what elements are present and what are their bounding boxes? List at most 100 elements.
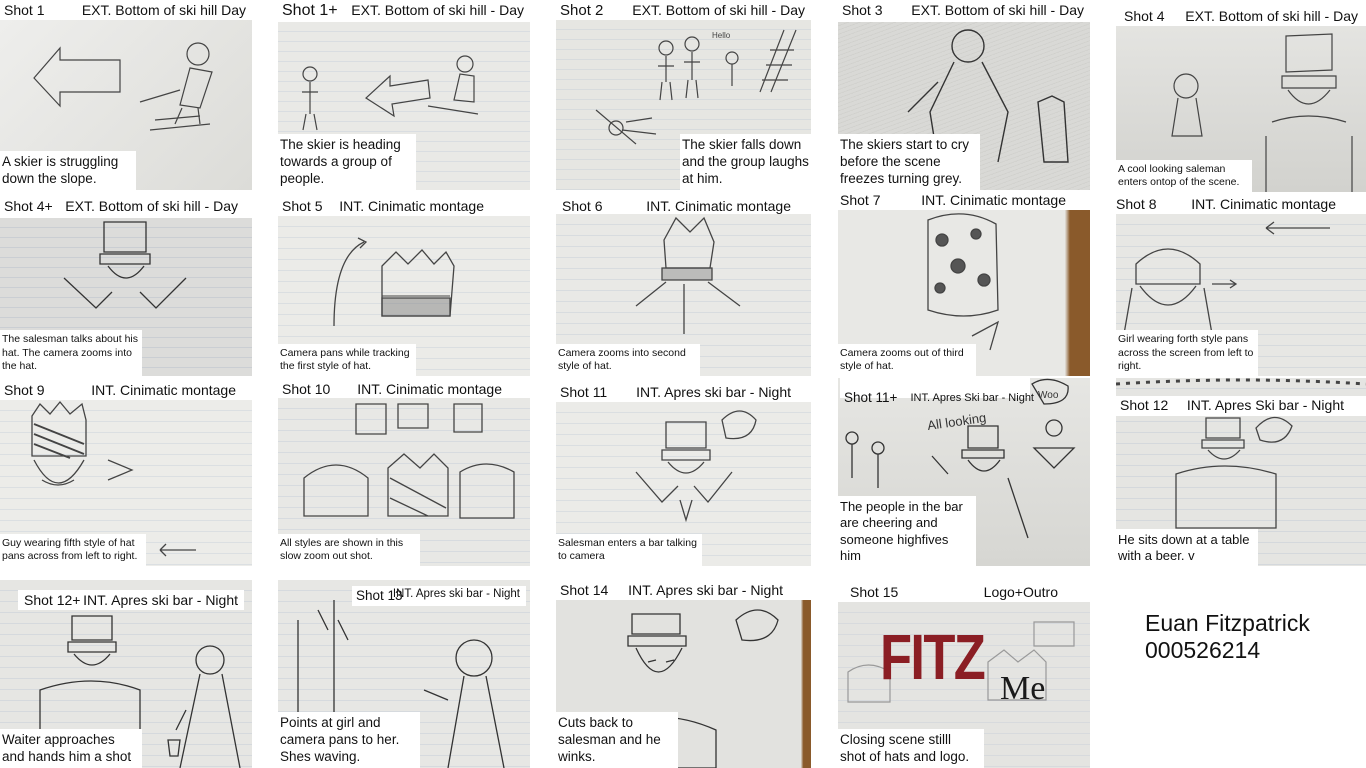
shot-caption: The skier falls down and the group laugh… xyxy=(680,134,811,190)
shot-number: Shot 5 xyxy=(282,198,323,214)
scene-heading: INT. Apres Ski bar - Night xyxy=(1186,397,1344,413)
shot-caption: The people in the bar are cheering and s… xyxy=(838,496,976,566)
panel-header: Shot 6 INT. Cinimatic montage xyxy=(556,196,811,214)
panel-header: Shot 11+ INT. Apres Ski bar - Night xyxy=(840,378,1034,405)
shot-number: Shot 4 xyxy=(1124,8,1165,24)
panel-header: Shot 9 INT. Cinimatic montage xyxy=(0,380,252,400)
scene-heading: INT. Cinimatic montage xyxy=(1191,196,1336,212)
scene-heading: INT. Apres ski bar - Night xyxy=(392,588,520,600)
panel-header: Shot 8 INT. Cinimatic montage xyxy=(1116,194,1366,214)
storyboard-panel-shot-11: Shot 11 INT. Apres ski bar - Night Sales… xyxy=(556,382,811,566)
storyboard-panel-shot-1: Shot 1 EXT. Bottom of ski hill Day A ski… xyxy=(0,0,252,190)
storyboard-panel-shot-10: Shot 10 INT. Cinimatic montage All style… xyxy=(278,380,530,566)
panel-header: Shot 2 EXT. Bottom of ski hill - Day xyxy=(556,0,811,20)
scene-heading: INT. Cinimatic montage xyxy=(91,382,236,398)
shot-caption: Camera zooms into second style of hat. xyxy=(556,343,700,376)
scene-heading: INT. Apres Ski bar - Night xyxy=(910,392,1035,404)
panel-header: Shot 7 INT. Cinimatic montage xyxy=(838,192,1090,210)
speech-text: Hello xyxy=(712,31,731,40)
shot-caption: Guy wearing fifth style of hat pans acro… xyxy=(0,533,146,566)
shot-caption: Girl wearing forth style pans across the… xyxy=(1116,330,1258,376)
storyboard-panel-shot-7: Shot 7 INT. Cinimatic montage Camera zoo… xyxy=(838,192,1090,376)
credits: Euan Fitzpatrick 000526214 xyxy=(1145,610,1310,664)
storyboard-panel-shot-4-plus: Shot 4+ EXT. Bottom of ski hill - Day Th… xyxy=(0,196,252,376)
logo-main-text: FITZ xyxy=(880,621,986,693)
shot-number: Shot 6 xyxy=(562,198,603,214)
storyboard-panel-shot-13: Shot 13 INT. Apres ski bar - Night Point… xyxy=(278,580,530,768)
scene-heading: EXT. Bottom of ski hill - Day xyxy=(632,2,805,18)
scene-heading: Logo+Outro xyxy=(983,584,1058,600)
shot-number: Shot 8 xyxy=(1116,196,1157,212)
shot-number: Shot 11 xyxy=(560,384,608,400)
shot-caption: The salesman talks about his hat. The ca… xyxy=(0,330,142,376)
shot-number: Shot 1+ xyxy=(282,2,338,19)
panel-header: Shot 10 INT. Cinimatic montage xyxy=(278,380,530,398)
sketch-label: All looking xyxy=(926,410,987,433)
shot-number: Shot 12+ xyxy=(24,592,81,608)
shot-caption: Points at girl and camera pans to her. S… xyxy=(278,712,420,768)
shot-number: Shot 10 xyxy=(282,381,331,397)
shot-number: Shot 15 xyxy=(850,584,899,600)
shot-number: Shot 14 xyxy=(560,582,609,598)
scene-heading: EXT. Bottom of ski hill - Day xyxy=(911,2,1084,18)
scene-heading: INT. Apres ski bar - Night xyxy=(83,592,238,608)
shot-number: Shot 4+ xyxy=(4,198,53,214)
scene-heading: EXT. Bottom of ski hill Day xyxy=(81,2,246,18)
shot-caption: Salesman enters a bar talking to camera xyxy=(556,533,702,566)
panel-header: Shot 12 INT. Apres Ski bar - Night xyxy=(1116,396,1366,416)
shot-number: Shot 9 xyxy=(4,382,45,398)
scene-heading: EXT. Bottom of ski hill - Day xyxy=(351,2,524,18)
shot-caption: Waiter approaches and hands him a shot xyxy=(0,729,142,768)
panel-header: Shot 15 Logo+Outro xyxy=(838,582,1090,602)
shot-caption: A cool looking saleman enters ontop of t… xyxy=(1116,159,1252,192)
panel-header: Shot 1 EXT. Bottom of ski hill Day xyxy=(0,0,252,20)
shot-caption: Closing scene stilll shot of hats and lo… xyxy=(838,729,984,768)
scene-heading: INT. Cinimatic montage xyxy=(357,381,502,397)
panel-header: Shot 5 INT. Cinimatic montage xyxy=(278,196,530,216)
panel-header: Shot 11 INT. Apres ski bar - Night xyxy=(556,382,811,402)
storyboard-panel-shot-14: Shot 14 INT. Apres ski bar - Night Cuts … xyxy=(556,580,811,768)
scene-heading: INT. Apres ski bar - Night xyxy=(636,384,791,400)
storyboard-panel-shot-4: Shot 4 EXT. Bottom of ski hill - Day A c… xyxy=(1116,0,1366,192)
shot-number: Shot 3 xyxy=(842,2,883,18)
speech-text: Woo xyxy=(1038,390,1059,401)
panel-header: Shot 1+ EXT. Bottom of ski hill - Day xyxy=(278,0,530,22)
storyboard-panel-shot-12-plus: Shot 12+ INT. Apres ski bar - Night Wait… xyxy=(0,580,252,768)
scene-heading: EXT. Bottom of ski hill - Day xyxy=(65,198,238,214)
shot-number: Shot 12 xyxy=(1120,397,1169,413)
storyboard-panel-shot-6: Shot 6 INT. Cinimatic montage Camera zoo… xyxy=(556,196,811,376)
shot-caption: Cuts back to salesman and he winks. xyxy=(556,712,678,768)
shot-number: Shot 7 xyxy=(840,192,881,208)
author-name: Euan Fitzpatrick xyxy=(1145,610,1310,636)
shot-caption: A skier is struggling down the slope. xyxy=(0,151,136,190)
storyboard-panel-shot-11-plus: All looking Woo Shot 11+ INT. Apres Ski … xyxy=(838,378,1090,566)
shot-number: Shot 11+ xyxy=(844,390,898,405)
shot-caption: He sits down at a table with a beer. v xyxy=(1116,528,1258,566)
storyboard-panel-shot-3: Shot 3 EXT. Bottom of ski hill - Day The… xyxy=(838,0,1090,190)
storyboard-panel-shot-1-plus: Shot 1+ EXT. Bottom of ski hill - Day Th… xyxy=(278,0,530,190)
scene-heading: INT. Cinimatic montage xyxy=(921,192,1066,208)
shot-caption: All styles are shown in this slow zoom o… xyxy=(278,533,420,566)
scene-heading: INT. Cinimatic montage xyxy=(339,198,484,214)
scene-heading: INT. Apres ski bar - Night xyxy=(628,582,783,598)
storyboard-panel-shot-9: Shot 9 INT. Cinimatic montage Guy wearin… xyxy=(0,380,252,566)
panel-header: Shot 14 INT. Apres ski bar - Night xyxy=(556,580,811,600)
fitz-logo: FITZ Me xyxy=(880,620,1045,707)
panel-header: Shot 12+ INT. Apres ski bar - Night xyxy=(18,590,244,610)
storyboard-panel-shot-15: Shot 15 Logo+Outro FITZ Me Closing scene… xyxy=(838,582,1090,768)
scene-heading: INT. Cinimatic montage xyxy=(646,198,791,214)
scene-heading: EXT. Bottom of ski hill - Day xyxy=(1185,8,1358,24)
storyboard-panel-shot-5: Shot 5 INT. Cinimatic montage Camera pan… xyxy=(278,196,530,376)
shot-caption: The skiers start to cry before the scene… xyxy=(838,134,980,190)
student-id: 000526214 xyxy=(1145,637,1261,663)
storyboard-panel-shot-2: Hello Shot 2 EXT. Bottom of ski hill - D… xyxy=(556,0,811,190)
panel-header: Shot 4 EXT. Bottom of ski hill - Day xyxy=(1116,0,1366,26)
panel-header: Shot 4+ EXT. Bottom of ski hill - Day xyxy=(0,196,252,218)
shot-caption: Camera pans while tracking the first sty… xyxy=(278,343,416,376)
shot-number: Shot 1 xyxy=(4,2,45,18)
panel-header: Shot 13 INT. Apres ski bar - Night xyxy=(352,586,526,606)
shot-caption: Camera zooms out of third style of hat. xyxy=(838,343,976,376)
storyboard-panel-shot-12: Shot 12 INT. Apres Ski bar - Night He si… xyxy=(1116,378,1366,566)
shot-number: Shot 2 xyxy=(560,2,604,19)
logo-sub-text: Me xyxy=(1000,670,1046,707)
